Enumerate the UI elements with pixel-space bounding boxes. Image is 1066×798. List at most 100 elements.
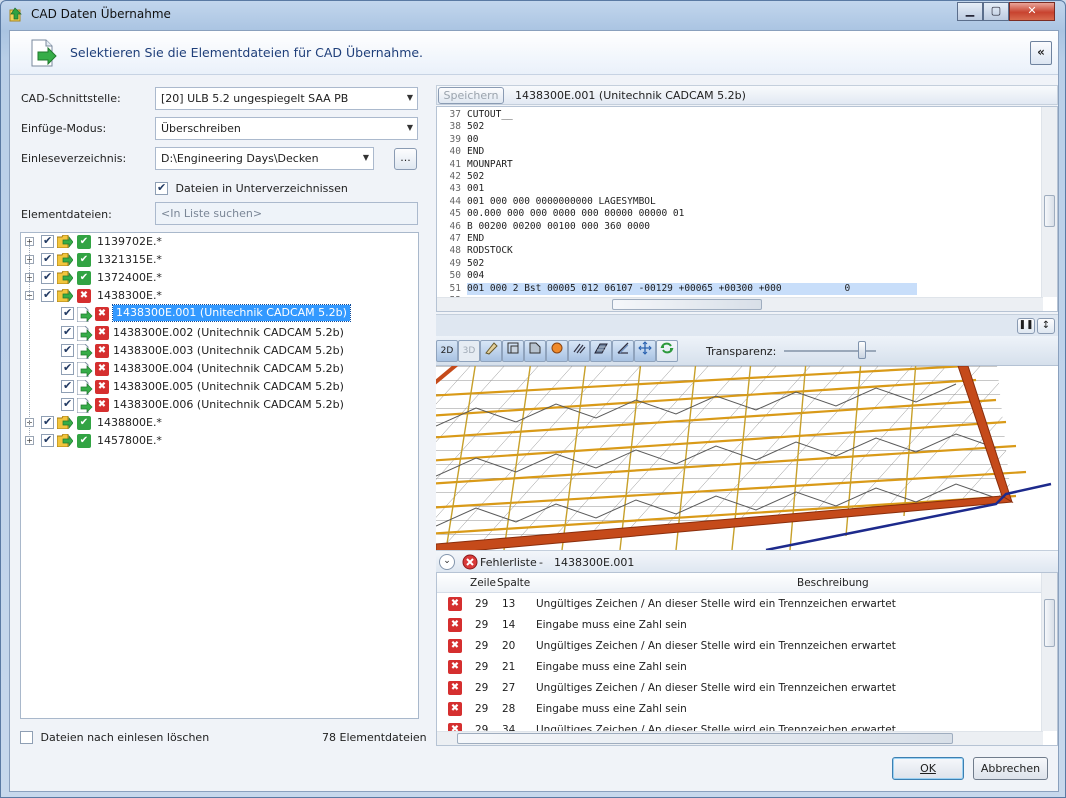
tree-item-checkbox[interactable] [61,397,74,411]
cancel-button[interactable]: Abbrechen [973,757,1048,780]
delete-after-read-checkbox[interactable] [20,730,33,744]
frame-icon[interactable] [502,340,524,362]
tree-group-item[interactable]: +✔1438800E.* [21,414,417,432]
code-line[interactable]: 49 502 [437,258,1043,270]
scroll-thumb[interactable] [1044,599,1055,647]
tree-group-item[interactable]: +✔1139702E.* [21,233,417,251]
list-search-input[interactable]: <In Liste suchen> [155,202,418,225]
tree-item-checkbox[interactable] [61,379,74,393]
code-line[interactable]: 50 004 [437,270,1043,282]
error-column: 20 [502,640,516,652]
cutout-icon[interactable] [524,340,546,362]
scroll-thumb[interactable] [457,733,953,744]
error-grid[interactable]: Zeile Spalte Beschreibung ✖ 29 34 Ungültige… [436,572,1058,746]
code-line[interactable]: 45 00.000 000 000 0000 000 00000 00000 01 [437,208,1043,220]
error-horizontal-scrollbar[interactable] [437,731,1043,745]
refresh-icon[interactable] [656,340,678,362]
tree-group-item[interactable]: +✔1321315E.* [21,251,417,269]
tree-group-item[interactable]: −✖1438300E.* [21,287,417,305]
subdirs-checkbox-row[interactable]: Dateien in Unterverzeichnissen [155,181,348,195]
code-line[interactable]: 42 502 [437,171,1043,183]
mesh-icon[interactable] [590,340,612,362]
interface-select[interactable]: [20] ULB 5.2 ungespiegelt SAA PB ▼ [155,87,418,110]
maximize-button[interactable]: ▢ [983,2,1009,21]
delete-after-read-row[interactable]: Dateien nach einlesen löschen [20,730,209,744]
tree-item-checkbox[interactable] [41,288,54,303]
element-file-tree[interactable]: +✔1139702E.*+✔1321315E.*+✔1372400E.*−✖14… [20,232,419,719]
tree-file-item[interactable]: ✖ 1438300E.006 (Unitechnik CADCAM 5.2b) [21,396,417,414]
scroll-thumb[interactable] [1044,195,1055,227]
transparency-slider-thumb[interactable] [858,341,867,359]
mounting-part-icon[interactable] [546,340,568,362]
dir-select[interactable]: D:\Engineering Days\Decken ▼ [155,147,374,170]
code-line[interactable]: 38 502 [437,121,1043,133]
code-line[interactable]: 47 END [437,233,1043,245]
code-horizontal-scrollbar[interactable] [437,297,1043,311]
code-line[interactable]: 51 001 000 2 Bst 00005 012 06107 -00129 +… [437,282,1043,295]
close-button[interactable]: ✕ [1009,2,1055,21]
code-line[interactable]: 37 CUTOUT__ [437,109,1043,121]
code-line[interactable]: 48 RODSTOCK [437,245,1043,257]
tree-item-checkbox[interactable] [41,270,54,285]
girder-icon[interactable] [612,340,634,362]
dialog-client: Selektieren Sie die Elementdateien für C… [9,30,1059,792]
surface-icon[interactable] [480,340,502,362]
split-vertical-button[interactable]: ❚❚ [1017,318,1035,334]
code-editor[interactable]: 5251001 000 2 Bst 00005 012 06107 -00129… [436,106,1058,312]
error-list-separator: - [539,556,543,569]
browse-button[interactable]: ... [394,148,417,170]
error-row[interactable]: ✖ 29 21 Eingabe muss eine Zahl sein [437,657,1043,678]
tree-item-checkbox[interactable] [61,306,74,321]
error-vertical-scrollbar[interactable] [1041,573,1057,731]
rebar-icon[interactable] [568,340,590,362]
code-line[interactable]: 46 B 00200 00200 00100 000 360 0000 [437,221,1043,233]
fit-view-icon[interactable] [634,340,656,362]
view-3d-button[interactable]: 3D [458,340,480,362]
tree-item-checkbox[interactable] [41,433,54,448]
tree-group-item[interactable]: +✔1372400E.* [21,269,417,287]
tree-item-checkbox[interactable] [61,325,74,339]
column-header-description[interactable]: Beschreibung [797,577,869,589]
line-number: 37 [449,109,461,120]
code-line[interactable]: 44 001 000 000 0000000000 LAGESYMBOL [437,196,1043,208]
error-row[interactable]: ✖ 29 20 Ungültiges Zeichen / An dieser Stel… [437,636,1043,657]
tree-file-item[interactable]: ✖ 1438300E.003 (Unitechnik CADCAM 5.2b) [21,342,417,360]
tree-item-checkbox[interactable] [61,343,74,357]
error-row[interactable]: ✖ 29 13 Ungültiges Zeichen / An dieser Stel… [437,594,1043,615]
mode-select[interactable]: Überschreiben ▼ [155,117,418,140]
code-line[interactable]: 43 001 [437,183,1043,195]
title-bar[interactable]: CAD Daten Übernahme ▁ ▢ ✕ [1,1,1065,29]
tree-item-checkbox[interactable] [41,252,54,267]
error-list-header[interactable]: ⌄ Fehlerliste - 1438300E.001 [436,550,1058,572]
panel-splitter[interactable]: ❚❚ ↕ [436,314,1058,336]
file-import-icon [77,397,93,413]
tree-item-checkbox[interactable] [41,415,54,429]
chevron-down-icon[interactable]: ⌄ [439,554,455,570]
error-row[interactable]: ✖ 29 28 Eingabe muss eine Zahl sein [437,699,1043,720]
error-row[interactable]: ✖ 29 14 Eingabe muss eine Zahl sein [437,615,1043,636]
tree-group-item[interactable]: +✔1457800E.* [21,432,417,450]
line-text: MOUNPART [467,158,513,170]
tree-item-checkbox[interactable] [61,361,74,375]
code-line[interactable]: 41 MOUNPART [437,159,1043,171]
tree-file-item[interactable]: ✖ 1438300E.004 (Unitechnik CADCAM 5.2b) [21,360,417,378]
ok-button[interactable]: OK [892,757,964,780]
code-line[interactable]: 39 00 [437,134,1043,146]
view-2d-button[interactable]: 2D [436,340,458,362]
tree-file-item[interactable]: ✖1438300E.001 (Unitechnik CADCAM 5.2b) [21,304,417,323]
column-header-line[interactable]: Zeile [470,577,496,589]
scroll-thumb[interactable] [612,299,762,310]
tree-item-checkbox[interactable] [41,234,54,248]
split-horizontal-button[interactable]: ↕ [1037,318,1055,334]
save-button[interactable]: Speichern [438,87,504,104]
tree-file-item[interactable]: ✖ 1438300E.005 (Unitechnik CADCAM 5.2b) [21,378,417,396]
code-vertical-scrollbar[interactable] [1041,107,1057,297]
3d-viewport[interactable] [436,366,1058,550]
column-header-column[interactable]: Spalte [497,577,530,589]
collapse-panel-button[interactable]: « [1030,41,1052,65]
subdirs-checkbox[interactable] [155,181,168,195]
code-line[interactable]: 40 END [437,146,1043,158]
tree-file-item[interactable]: ✖ 1438300E.002 (Unitechnik CADCAM 5.2b) [21,324,417,342]
minimize-button[interactable]: ▁ [957,2,983,21]
error-row[interactable]: ✖ 29 27 Ungültiges Zeichen / An dieser Stel… [437,678,1043,699]
